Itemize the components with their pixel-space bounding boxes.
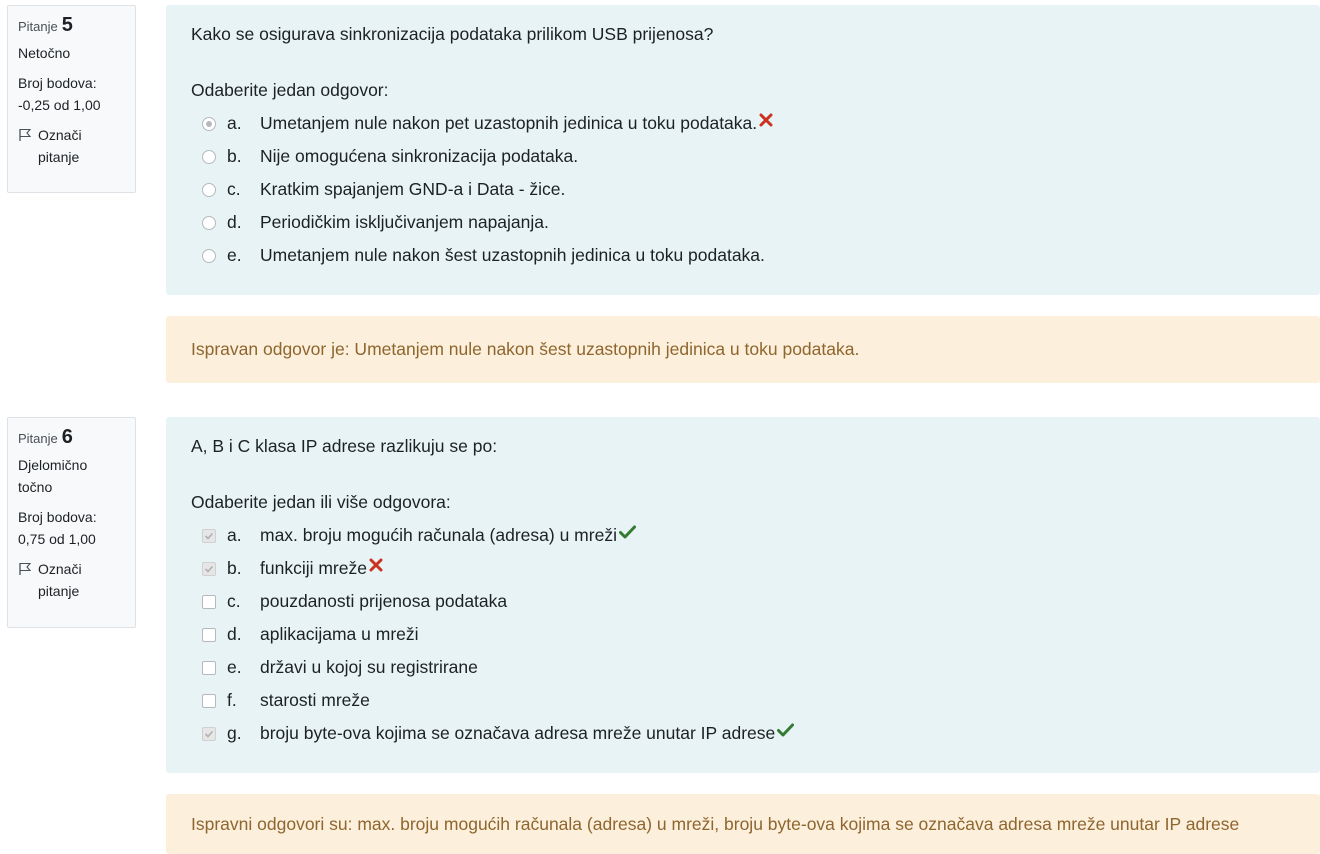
flag-icon <box>19 562 32 575</box>
answer-option-a[interactable]: a. Umetanjem nule nakon pet uzastopnih j… <box>191 107 1295 140</box>
answer-letter: b. <box>227 146 242 166</box>
right-answer-feedback-6: Ispravni odgovori su: max. broju mogućih… <box>166 794 1320 854</box>
answer-checkbox[interactable] <box>202 660 216 675</box>
question-grade: Broj bodova: -0,25 od 1,00 <box>18 72 125 116</box>
flag-question-button[interactable]: Označi pitanje <box>18 124 125 168</box>
answer-checkbox[interactable] <box>202 627 216 642</box>
answer-text: državi u kojoj su registrirane <box>260 657 478 677</box>
answer-text: Periodičkim isključivanjem napajanja. <box>260 212 549 232</box>
answer-prompt: Odaberite jedan odgovor: <box>191 80 389 100</box>
grade-label: Broj bodova: <box>18 75 97 91</box>
answer-option-a[interactable]: a. max. broju mogućih računala (adresa) … <box>191 519 1295 552</box>
grade-value: -0,25 od 1,00 <box>18 97 101 113</box>
answer-radio[interactable] <box>202 149 216 164</box>
answer-text: Umetanjem nule nakon šest uzastopnih jed… <box>260 245 765 265</box>
answer-option-b[interactable]: b. Nije omogućena sinkronizacija podatak… <box>191 140 1295 173</box>
correct-icon <box>618 525 636 538</box>
answer-radio[interactable] <box>202 116 216 131</box>
flag-icon <box>19 128 32 141</box>
answer-checkbox[interactable] <box>202 528 216 543</box>
correct-icon <box>777 723 795 736</box>
answer-letter: a. <box>227 113 242 133</box>
answer-text: pouzdanosti prijenosa podataka <box>260 591 508 611</box>
question-number-label: Pitanje <box>18 19 58 34</box>
grade-value: 0,75 od 1,00 <box>18 531 96 547</box>
flag-question-label: Označi pitanje <box>38 127 82 165</box>
checkmark-icon <box>204 565 214 573</box>
answer-text: max. broju mogućih računala (adresa) u m… <box>260 525 617 545</box>
answer-option-c[interactable]: c. Kratkim spajanjem GND-a i Data - žice… <box>191 173 1295 206</box>
answer-radio[interactable] <box>202 182 216 197</box>
question-info-5: Pitanje 5 Netočno Broj bodova: -0,25 od … <box>7 5 136 193</box>
question-state: Netočno <box>18 45 71 61</box>
question-number-label: Pitanje <box>18 431 58 446</box>
answer-checkbox[interactable] <box>202 693 216 708</box>
answer-list: a. Umetanjem nule nakon pet uzastopnih j… <box>191 107 1295 272</box>
question-state: Djelomično točno <box>18 457 88 495</box>
answer-option-e[interactable]: e. Umetanjem nule nakon šest uzastopnih … <box>191 239 1295 272</box>
answer-radio[interactable] <box>202 215 216 230</box>
question-grade: Broj bodova: 0,75 od 1,00 <box>18 506 125 550</box>
question-number-value: 6 <box>61 426 73 448</box>
answer-letter: c. <box>227 179 241 199</box>
answer-text: Kratkim spajanjem GND-a i Data - žice. <box>260 179 566 199</box>
answer-letter: e. <box>227 245 242 265</box>
answer-text: broju byte-ova kojima se označava adresa… <box>260 723 776 743</box>
grade-label: Broj bodova: <box>18 509 97 525</box>
question-number: Pitanje 5 <box>18 14 125 38</box>
question-text: Kako se osigurava sinkronizacija podatak… <box>191 24 714 44</box>
answer-checkbox[interactable] <box>202 561 216 576</box>
answer-option-d[interactable]: d. Periodičkim isključivanjem napajanja. <box>191 206 1295 239</box>
answer-option-d[interactable]: d. aplikacijama u mreži <box>191 618 1295 651</box>
answer-text: funkciji mreže <box>260 558 367 578</box>
answer-letter: b. <box>227 558 242 578</box>
right-answer-feedback-5: Ispravan odgovor je: Umetanjem nule nako… <box>166 316 1320 383</box>
answer-option-f[interactable]: f. starosti mreže <box>191 684 1295 717</box>
answer-letter: e. <box>227 657 242 677</box>
answer-option-c[interactable]: c. pouzdanosti prijenosa podataka <box>191 585 1295 618</box>
checkmark-icon <box>204 532 214 540</box>
question-text: A, B i C klasa IP adrese razlikuju se po… <box>191 436 498 456</box>
answer-letter: d. <box>227 624 242 644</box>
checkmark-icon <box>204 730 214 738</box>
question-number: Pitanje 6 <box>18 426 125 450</box>
answer-text: aplikacijama u mreži <box>260 624 419 644</box>
answer-option-e[interactable]: e. državi u kojoj su registrirane <box>191 651 1295 684</box>
incorrect-icon <box>759 113 773 126</box>
question-formulation-6: A, B i C klasa IP adrese razlikuju se po… <box>166 417 1320 773</box>
flag-question-label: Označi pitanje <box>38 561 82 599</box>
question-info-6: Pitanje 6 Djelomično točno Broj bodova: … <box>7 417 136 628</box>
answer-text: starosti mreže <box>260 690 370 710</box>
answer-text: Nije omogućena sinkronizacija podataka. <box>260 146 579 166</box>
incorrect-icon <box>369 558 383 571</box>
flag-question-button[interactable]: Označi pitanje <box>18 558 125 602</box>
answer-option-g[interactable]: g. broju byte-ova kojima se označava adr… <box>191 717 1295 750</box>
answer-letter: a. <box>227 525 242 545</box>
answer-option-b[interactable]: b. funkciji mreže <box>191 552 1295 585</box>
question-number-value: 5 <box>61 14 73 36</box>
answer-radio[interactable] <box>202 248 216 263</box>
answer-checkbox[interactable] <box>202 594 216 609</box>
answer-list: a. max. broju mogućih računala (adresa) … <box>191 519 1295 750</box>
answer-letter: c. <box>227 591 241 611</box>
answer-letter: f. <box>227 690 237 710</box>
answer-prompt: Odaberite jedan ili više odgovora: <box>191 492 451 512</box>
answer-letter: g. <box>227 723 242 743</box>
answer-checkbox[interactable] <box>202 726 216 741</box>
question-formulation-5: Kako se osigurava sinkronizacija podatak… <box>166 5 1320 295</box>
answer-text: Umetanjem nule nakon pet uzastopnih jedi… <box>260 113 758 133</box>
answer-letter: d. <box>227 212 242 232</box>
